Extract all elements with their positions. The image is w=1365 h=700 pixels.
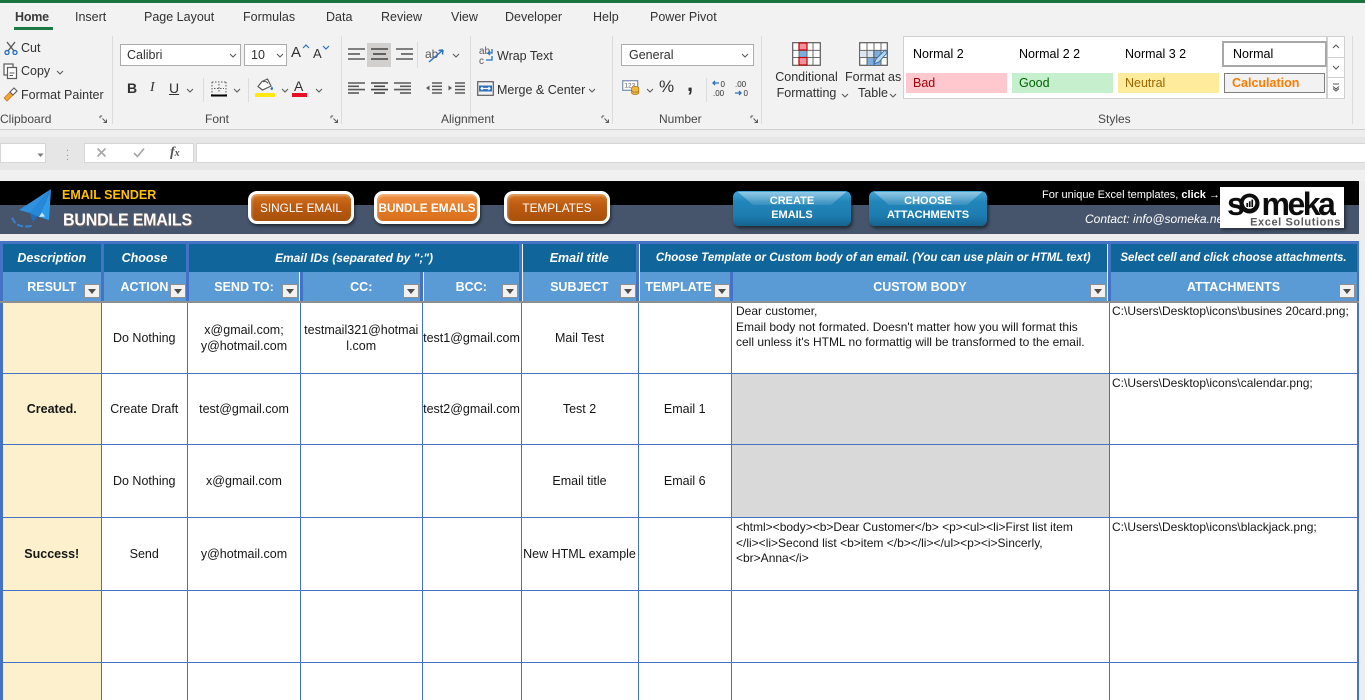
svg-text:0: 0 bbox=[744, 89, 749, 98]
svg-text:.00: .00 bbox=[713, 89, 725, 98]
svg-text:.00: .00 bbox=[735, 80, 747, 89]
svg-text:0: 0 bbox=[721, 80, 726, 89]
svg-text:Excel Solutions: Excel Solutions bbox=[1250, 216, 1341, 228]
svg-text:c: c bbox=[479, 56, 484, 65]
